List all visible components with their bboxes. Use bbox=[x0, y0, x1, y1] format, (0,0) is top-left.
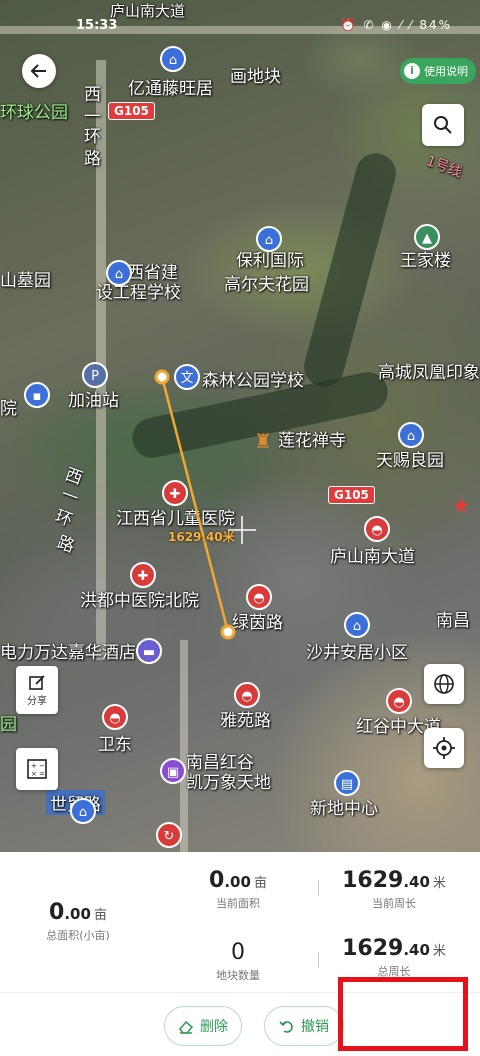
status-time: 15:33 bbox=[76, 18, 118, 33]
total-perimeter-dec: .40 bbox=[403, 941, 430, 959]
status-icons: ⏰ ✆ ◉ ⁄ ⁄ 84% bbox=[341, 18, 452, 32]
current-perimeter-label: 当前周长 bbox=[372, 897, 416, 910]
plot-count-value: 0 bbox=[231, 940, 245, 965]
current-perimeter-dec: .40 bbox=[403, 873, 430, 891]
current-perimeter-stat: 1629.40 米 当前周长 bbox=[338, 868, 450, 911]
divider bbox=[318, 952, 319, 968]
plot-count-label: 地块数量 bbox=[216, 969, 260, 982]
locate-button[interactable] bbox=[424, 728, 464, 768]
undo-icon bbox=[279, 1021, 293, 1033]
satellite-map[interactable]: 亿通藤旺居 画地块 环球公园 西 一 环 路 保利国际 高尔夫花园 王家楼 江西… bbox=[0, 0, 480, 852]
measure-line bbox=[160, 376, 230, 633]
location-target-icon bbox=[433, 737, 455, 759]
undo-button[interactable]: 撤销 bbox=[264, 1006, 344, 1046]
current-area-unit: 亩 bbox=[253, 876, 267, 891]
total-perimeter-unit: 米 bbox=[432, 944, 446, 959]
share-button[interactable]: 分享 bbox=[16, 666, 58, 714]
measure-overlay bbox=[154, 369, 256, 640]
highlight-box bbox=[338, 977, 468, 1051]
plot-count-stat: 0 地块数量 bbox=[188, 940, 288, 983]
layers-button[interactable] bbox=[424, 664, 464, 704]
info-icon: i bbox=[404, 63, 420, 79]
share-label: 分享 bbox=[27, 695, 47, 707]
total-area-dec: .00 bbox=[64, 905, 91, 923]
total-perimeter-stat: 1629.40 米 总周长 bbox=[338, 936, 450, 979]
search-icon bbox=[434, 116, 452, 134]
total-area-label: 总面积(小亩) bbox=[46, 929, 110, 942]
measure-distance-label: 1629.40米 bbox=[168, 530, 235, 544]
measure-point-end[interactable] bbox=[220, 624, 236, 640]
total-area-unit: 亩 bbox=[93, 908, 107, 923]
measure-point-start[interactable] bbox=[154, 369, 170, 385]
divider bbox=[318, 880, 319, 896]
eraser-icon bbox=[179, 1020, 194, 1034]
help-button[interactable]: i 使用说明 bbox=[400, 58, 476, 84]
battery-level: 84% bbox=[419, 18, 452, 32]
status-bar: 15:33 ⏰ ✆ ◉ ⁄ ⁄ 84% bbox=[0, 0, 480, 40]
svg-text:+ −: + − bbox=[31, 762, 45, 770]
arrow-left-icon bbox=[30, 64, 46, 78]
search-button[interactable] bbox=[422, 104, 464, 146]
delete-label: 删除 bbox=[200, 1019, 228, 1035]
current-perimeter-unit: 米 bbox=[432, 876, 446, 891]
total-area-int: 0 bbox=[49, 900, 65, 925]
status-icon-set: ⏰ ✆ ◉ ⁄ ⁄ bbox=[340, 18, 420, 32]
undo-label: 撤销 bbox=[301, 1019, 329, 1035]
total-area-stat: 0.00 亩 总面积(小亩) bbox=[30, 900, 126, 943]
current-perimeter-int: 1629 bbox=[342, 868, 404, 893]
help-label: 使用说明 bbox=[424, 65, 468, 78]
calculator-button[interactable]: + − × = bbox=[16, 748, 58, 790]
current-area-stat: 0.00 亩 当前面积 bbox=[188, 868, 288, 911]
globe-icon bbox=[434, 674, 454, 694]
total-perimeter-int: 1629 bbox=[342, 936, 404, 961]
current-area-dec: .00 bbox=[224, 873, 251, 891]
current-area-label: 当前面积 bbox=[216, 897, 260, 910]
back-button[interactable] bbox=[22, 54, 56, 88]
delete-button[interactable]: 删除 bbox=[164, 1006, 242, 1046]
svg-text:× =: × = bbox=[31, 770, 45, 778]
edit-icon bbox=[29, 674, 45, 690]
current-area-int: 0 bbox=[209, 868, 225, 893]
calculator-icon: + −× = bbox=[27, 759, 47, 779]
